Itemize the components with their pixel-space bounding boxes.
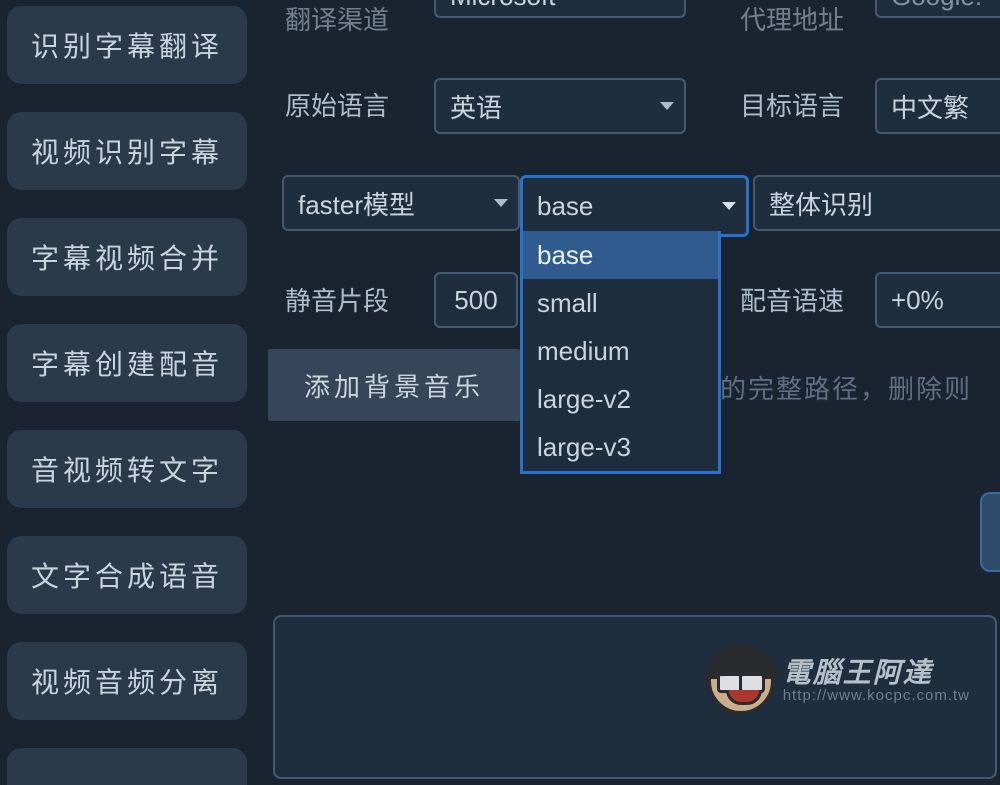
sidebar-item-av-separate[interactable]: 视频音频分离 [7,642,247,720]
target-lang-label: 目标语言 [740,86,844,123]
translate-channel-label: 翻译渠道 [285,0,389,37]
source-lang-select[interactable]: 英语 [434,78,686,134]
sidebar-item-video-subtitle[interactable]: 视频识别字幕 [7,112,247,190]
sidebar-item-label: 字幕视频合并 [31,237,223,277]
speed-value: +0% [891,285,944,316]
source-lang-label: 原始语言 [285,86,389,123]
chevron-down-icon [660,102,674,110]
proxy-label: 代理地址 [740,0,844,37]
sidebar-item-label: 视频音频分离 [31,661,223,701]
sidebar-item-label: 音视频转文字 [31,449,223,489]
engine-value: faster模型 [298,185,415,222]
model-option-large-v3[interactable]: large-v3 [523,423,718,471]
silence-label: 静音片段 [285,281,389,318]
target-lang-value: 中文繁 [891,88,969,125]
mode-value: 整体识别 [769,185,873,222]
model-option-base[interactable]: base [523,231,718,279]
sidebar-item-label: 文字合成语音 [31,555,223,595]
sidebar-item-label: 识别字幕翻译 [31,25,223,65]
sidebar-item-tts[interactable]: 文字合成语音 [7,536,247,614]
bgmusic-hint: 的完整路径，删除则 [720,369,972,406]
mode-select[interactable]: 整体识别 [753,175,1000,231]
sidebar-item-subtitle-dub[interactable]: 字幕创建配音 [7,324,247,402]
sidebar-item-av-to-text[interactable]: 音视频转文字 [7,430,247,508]
chevron-down-icon [494,199,508,207]
watermark: 電腦王阿達 http://www.kocpc.com.tw [707,647,970,715]
sidebar: 识别字幕翻译 视频识别字幕 字幕视频合并 字幕创建配音 音视频转文字 文字合成语… [7,6,247,785]
silence-value: 500 [454,285,497,316]
model-option-large-v2[interactable]: large-v2 [523,375,718,423]
proxy-input[interactable]: Google: [875,0,1000,18]
sidebar-item-av-sub-merge[interactable]: 音视字幕合并 [7,748,247,785]
model-select[interactable]: base [520,175,749,237]
silence-input[interactable]: 500 [434,272,518,328]
add-bgmusic-button[interactable]: 添加背景音乐 [268,349,520,421]
chevron-down-icon [722,202,736,210]
add-bgmusic-label: 添加背景音乐 [304,367,484,404]
watermark-url: http://www.kocpc.com.tw [783,687,970,704]
side-panel-toggle[interactable] [980,492,1000,572]
speed-label: 配音语速 [740,281,844,318]
translate-channel-value: Microsoft [450,0,555,12]
sidebar-item-label: 视频识别字幕 [31,131,223,171]
translate-channel-select[interactable]: Microsoft [434,0,686,18]
model-option-medium[interactable]: medium [523,327,718,375]
engine-select[interactable]: faster模型 [282,175,520,231]
target-lang-select[interactable]: 中文繁 [875,78,1000,134]
source-lang-value: 英语 [450,88,502,125]
model-value: base [537,191,593,222]
sidebar-item-subtitle-translate[interactable]: 识别字幕翻译 [7,6,247,84]
watermark-title: 電腦王阿達 [783,659,970,687]
model-option-small[interactable]: small [523,279,718,327]
model-dropdown: base small medium large-v2 large-v3 [520,231,721,474]
speed-input[interactable]: +0% [875,272,1000,328]
sidebar-item-subtitle-merge[interactable]: 字幕视频合并 [7,218,247,296]
sidebar-item-label: 字幕创建配音 [31,343,223,383]
proxy-value: Google: [891,0,982,12]
watermark-avatar-icon [707,647,775,715]
